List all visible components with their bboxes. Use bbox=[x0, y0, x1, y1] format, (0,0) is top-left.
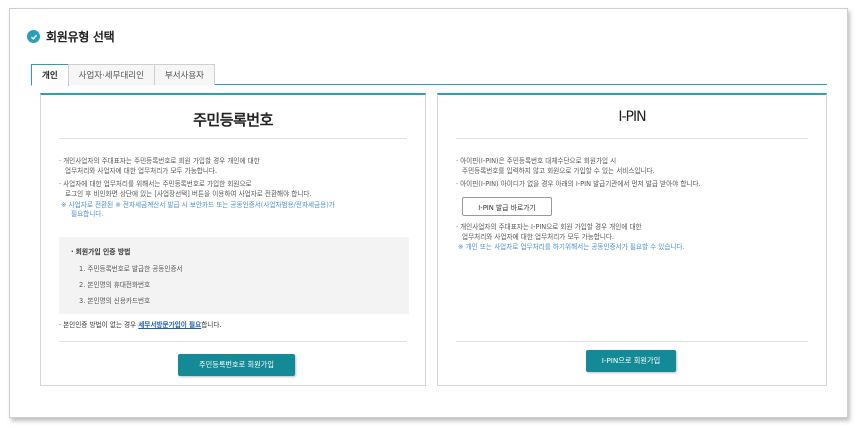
resident-number-title: 주민등록번호 bbox=[59, 109, 407, 139]
left-divider bbox=[59, 341, 407, 342]
right-info-line-4: 개인사업자의 주대표자는 I-PIN으로 회원 가입할 경우 개인에 대한 bbox=[456, 223, 642, 233]
left-info-line-4: 로그인 후 비인화면 상단에 있는 [사업장선택] 버튼을 이용하여 사업자로 … bbox=[65, 190, 312, 198]
header: 회원유형 선택 bbox=[27, 28, 115, 45]
ipin-signup-button[interactable]: I-PIN으로 회원가입 bbox=[586, 350, 676, 372]
resident-number-panel: 주민등록번호 개인사업자의 주대표자는 주민등록번호로 회원 가입할 경우 개인… bbox=[40, 93, 426, 386]
right-info-line-2: 주민등록번호를 입력하지 않고 회원으로 가입할 수 있는 서비스입니다. bbox=[462, 167, 655, 175]
right-note-line: ※ 개인 또는 사업자로 업무처리를 하기위해서는 공동인증서가 필요할 수 있… bbox=[458, 243, 685, 251]
left-info-line-2: 업무처리와 사업자에 대한 업무처리가 모두 가능합니다. bbox=[65, 167, 218, 175]
ipin-title: I-PIN bbox=[456, 109, 808, 139]
footer-suffix: 합니다. bbox=[201, 321, 222, 329]
tab-department-user[interactable]: 부서사용자 bbox=[153, 64, 216, 85]
tab-business-tax-agent[interactable]: 사업자·세무대리인 bbox=[67, 64, 155, 85]
auth-methods-box: 회원가입 인증 방법 1. 주민등록번호로 발급한 공동인증서 2. 본인명의 … bbox=[59, 237, 409, 314]
tab-individual[interactable]: 개인 bbox=[31, 64, 69, 86]
check-circle-icon bbox=[27, 30, 40, 43]
member-type-tabs: 개인 사업자·세무대리인 부서사용자 bbox=[31, 64, 827, 86]
left-info-line-1: 개인사업자의 주대표자는 주민등록번호로 회원 가입할 경우 개인에 대한 bbox=[59, 157, 260, 167]
ipin-issue-button[interactable]: I-PIN 발급 바로가기 bbox=[462, 197, 552, 216]
right-info-line-5: 업무처리와 사업자에 대한 업무처리가 모두 가능합니다. bbox=[462, 233, 615, 241]
auth-methods-heading: 회원가입 인증 방법 bbox=[71, 246, 131, 256]
auth-method-item: 2. 본인명의 휴대전화번호 bbox=[79, 281, 151, 289]
left-footer-text: 본인인증 방법이 없는 경우 세무서방문가입이 필요합니다. bbox=[59, 321, 222, 331]
resident-signup-button[interactable]: 주민등록번호로 회원가입 bbox=[178, 354, 295, 376]
auth-method-item: 1. 주민등록번호로 발급한 공동인증서 bbox=[79, 265, 183, 273]
left-note-line-2: 필요합니다. bbox=[71, 210, 104, 218]
right-info-line-1: 아이핀(I-PIN)은 주민등록번호 대체수단으로 회원가입 시 bbox=[456, 157, 616, 167]
ipin-panel: I-PIN 아이핀(I-PIN)은 주민등록번호 대체수단으로 회원가입 시 주… bbox=[437, 93, 827, 386]
auth-method-item: 3. 본인명의 신용카드번호 bbox=[79, 297, 151, 305]
page-title: 회원유형 선택 bbox=[46, 30, 115, 44]
tax-office-visit-link[interactable]: 세무서방문가입이 필요 bbox=[138, 321, 201, 329]
right-info-line-3: 아이핀(I-PIN) 아이디가 없을 경우 아래의 I-PIN 발급기관에서 먼… bbox=[456, 180, 701, 190]
right-divider bbox=[456, 341, 808, 342]
footer-prefix: 본인인증 방법이 없는 경우 bbox=[63, 321, 139, 329]
left-info-line-3: 사업자에 대한 업무처리를 위해서는 주민등록번호로 가입한 회원으로 bbox=[59, 180, 252, 190]
